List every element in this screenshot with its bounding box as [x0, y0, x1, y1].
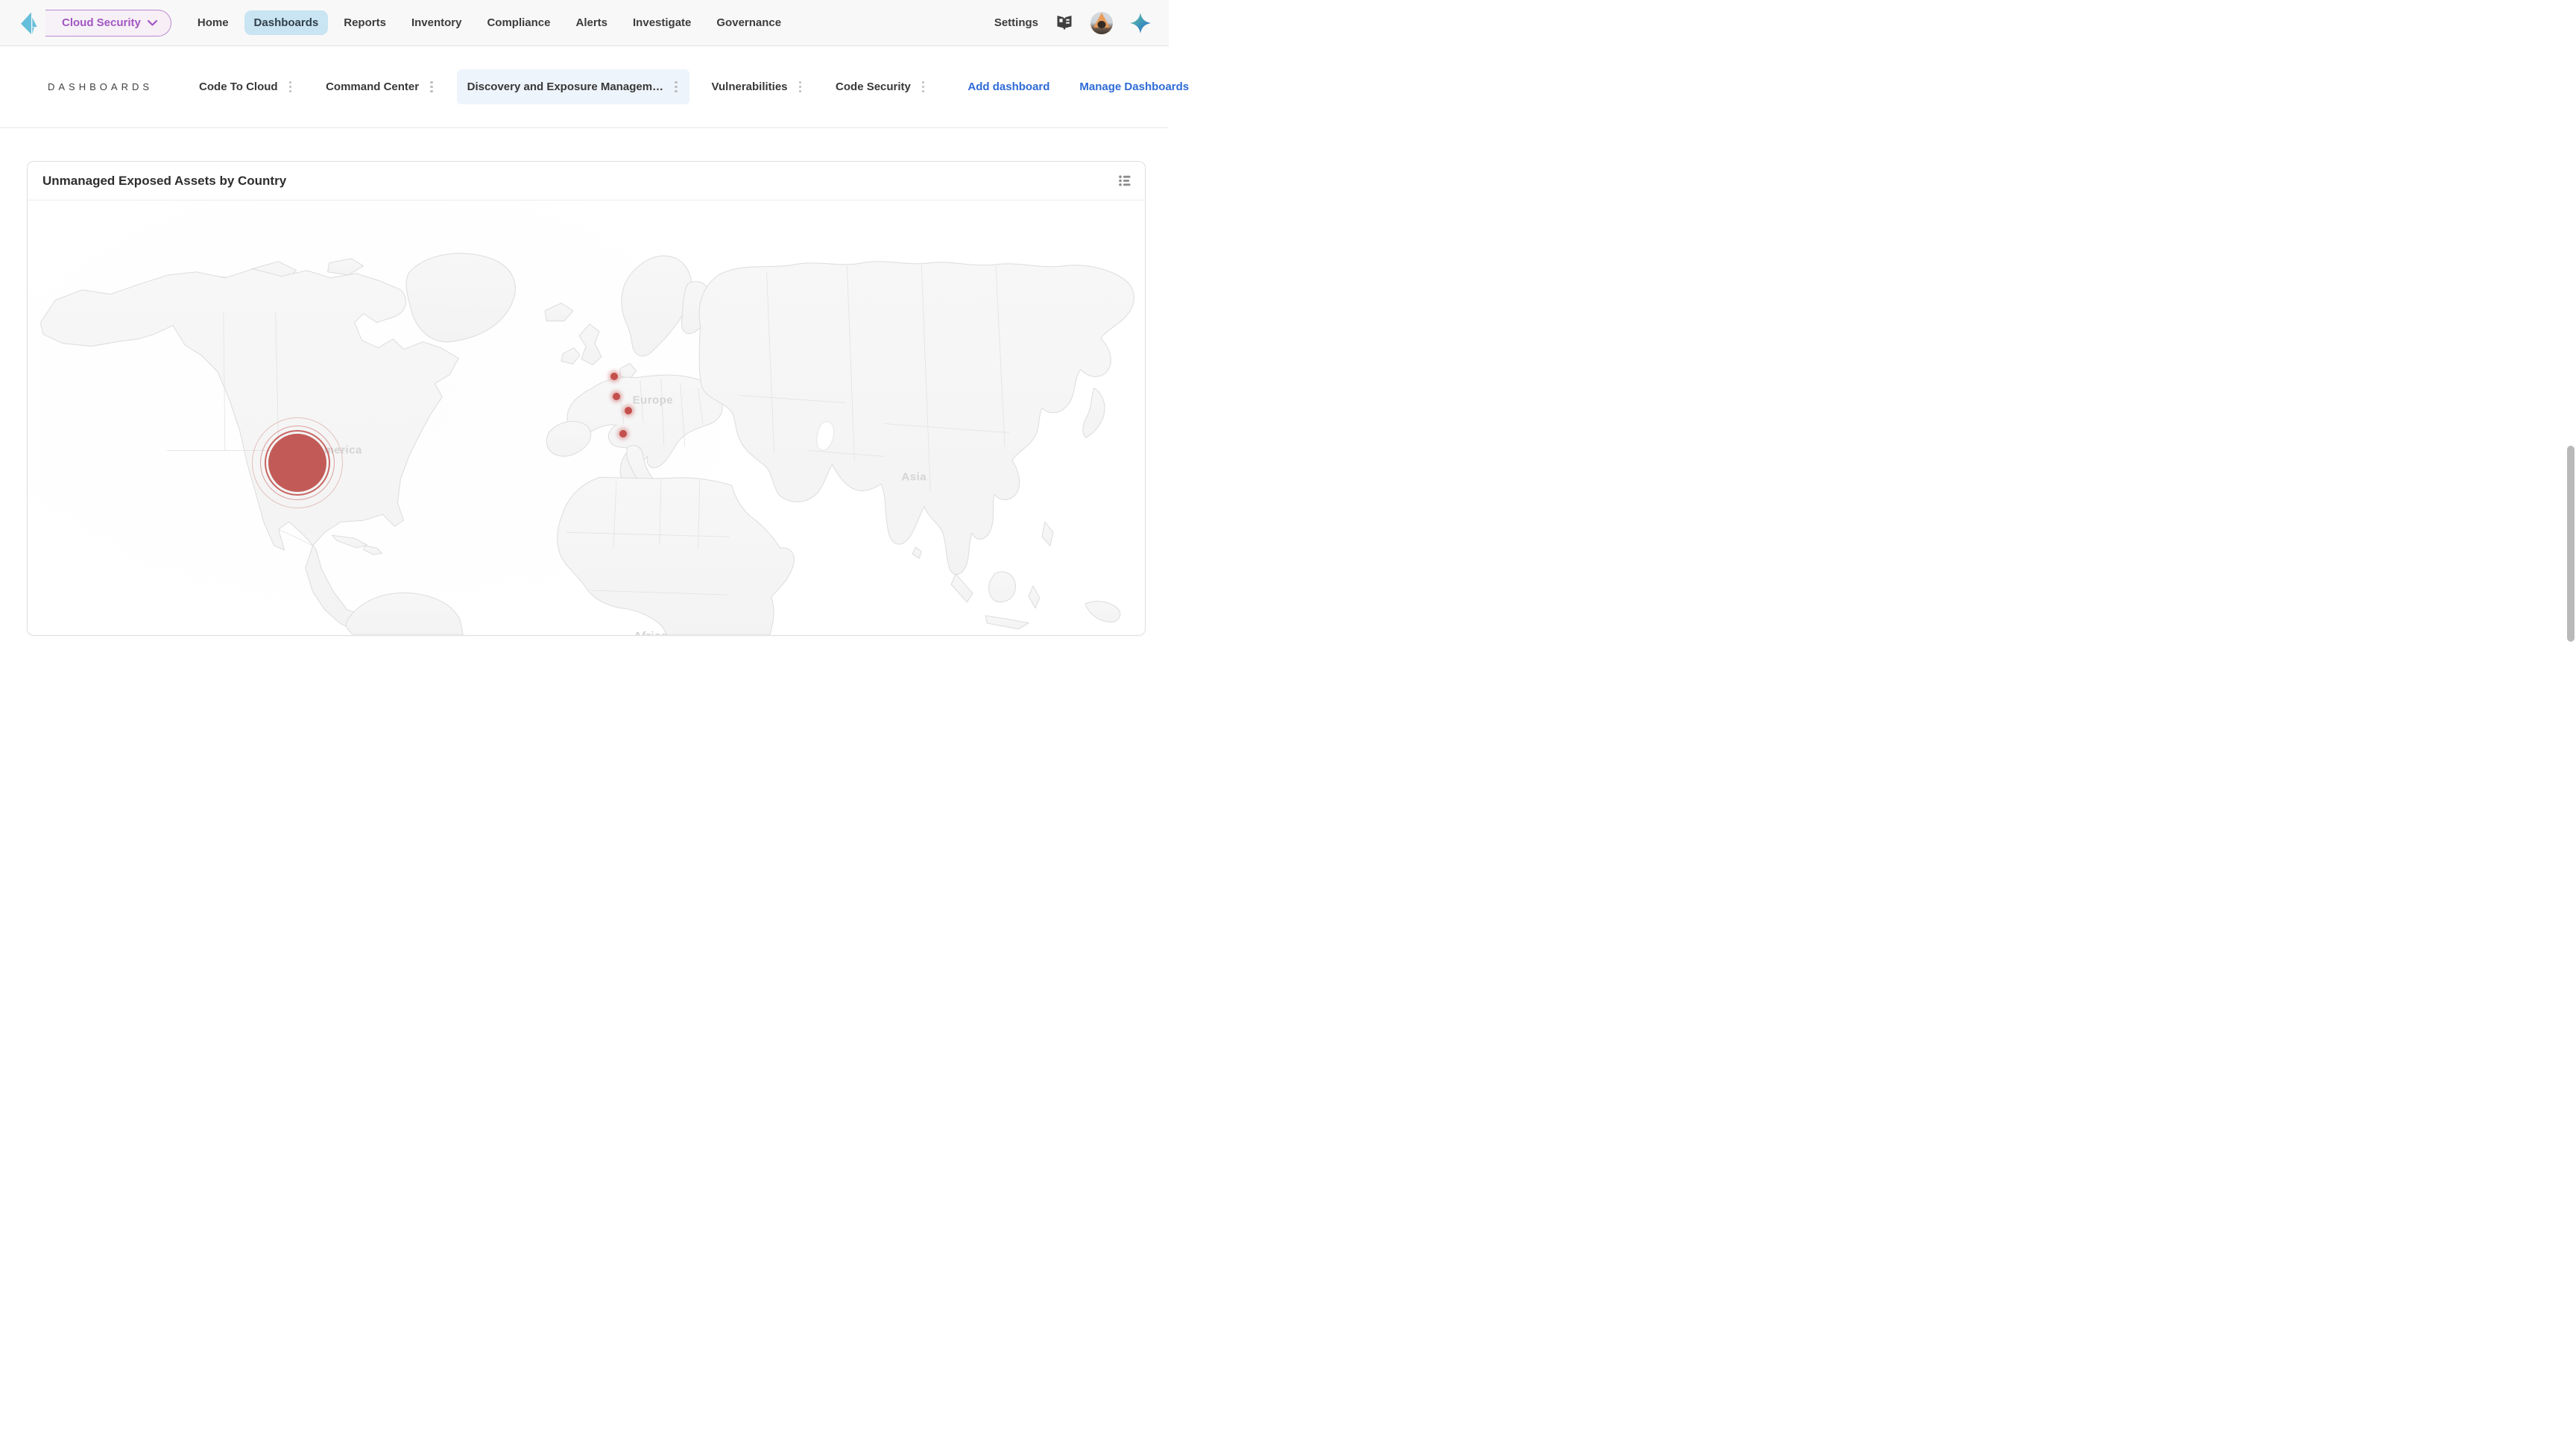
main-nav: Home Dashboards Reports Inventory Compli…	[188, 10, 791, 35]
nav-right-cluster: Settings	[994, 12, 1151, 34]
map-label-africa: Africa	[634, 630, 668, 635]
bubble-austria[interactable]	[625, 407, 632, 414]
user-avatar[interactable]	[1090, 12, 1113, 34]
manage-dashboards-link[interactable]: Manage Dashboards	[1079, 80, 1189, 93]
open-book-icon[interactable]	[1055, 15, 1073, 31]
nav-item-home[interactable]: Home	[188, 10, 239, 35]
tab-discovery-and-exposure-management[interactable]: Discovery and Exposure Managem…	[457, 69, 689, 105]
prisma-cloud-logo-icon[interactable]	[21, 10, 38, 36]
kebab-menu-icon[interactable]	[429, 80, 435, 95]
tab-code-security[interactable]: Code Security	[825, 69, 936, 105]
kebab-menu-icon[interactable]	[798, 80, 804, 95]
unmanaged-exposed-assets-panel: Unmanaged Exposed Assets by Country	[27, 161, 1146, 636]
nav-item-alerts[interactable]: Alerts	[566, 10, 617, 35]
kebab-menu-icon[interactable]	[288, 80, 294, 95]
chevron-down-icon	[148, 20, 157, 26]
kebab-menu-icon[interactable]	[673, 80, 679, 95]
product-switcher-label: Cloud Security	[62, 16, 141, 29]
world-map: America Europe Asia Africa	[28, 200, 1145, 635]
tab-vulnerabilities[interactable]: Vulnerabilities	[701, 69, 813, 105]
list-icon[interactable]	[1119, 175, 1132, 186]
nav-item-reports[interactable]: Reports	[334, 10, 396, 35]
sparkle-icon[interactable]	[1130, 13, 1151, 34]
bubble-central-germany[interactable]	[613, 393, 620, 400]
map-label-asia: Asia	[901, 470, 926, 483]
continents	[40, 253, 1134, 635]
bubble-italy[interactable]	[619, 430, 627, 437]
tab-code-to-cloud[interactable]: Code To Cloud	[189, 69, 303, 105]
tab-command-center[interactable]: Command Center	[315, 69, 445, 105]
top-navigation: Cloud Security Home Dashboards Reports I…	[0, 0, 1169, 46]
world-bubble-map[interactable]: America Europe Asia Africa	[28, 200, 1145, 635]
nav-item-governance[interactable]: Governance	[707, 10, 791, 35]
panel-header: Unmanaged Exposed Assets by Country	[28, 162, 1145, 200]
bubble-north-germany[interactable]	[610, 373, 618, 380]
kebab-menu-icon[interactable]	[921, 80, 926, 95]
settings-button[interactable]: Settings	[994, 16, 1038, 29]
vertical-scrollbar[interactable]	[2567, 446, 2575, 642]
dashboards-section-label: DASHBOARDS	[48, 81, 153, 92]
bubble-united-states[interactable]	[268, 434, 326, 492]
add-dashboard-link[interactable]: Add dashboard	[967, 80, 1049, 93]
nav-item-inventory[interactable]: Inventory	[402, 10, 472, 35]
panel-title: Unmanaged Exposed Assets by Country	[42, 174, 286, 189]
nav-item-investigate[interactable]: Investigate	[623, 10, 701, 35]
nav-item-compliance[interactable]: Compliance	[477, 10, 560, 35]
product-switcher[interactable]: Cloud Security	[45, 10, 171, 37]
map-label-europe: Europe	[633, 394, 674, 407]
dashboards-bar: DASHBOARDS Code To Cloud Command Center …	[0, 46, 1169, 128]
nav-item-dashboards[interactable]: Dashboards	[244, 10, 329, 35]
